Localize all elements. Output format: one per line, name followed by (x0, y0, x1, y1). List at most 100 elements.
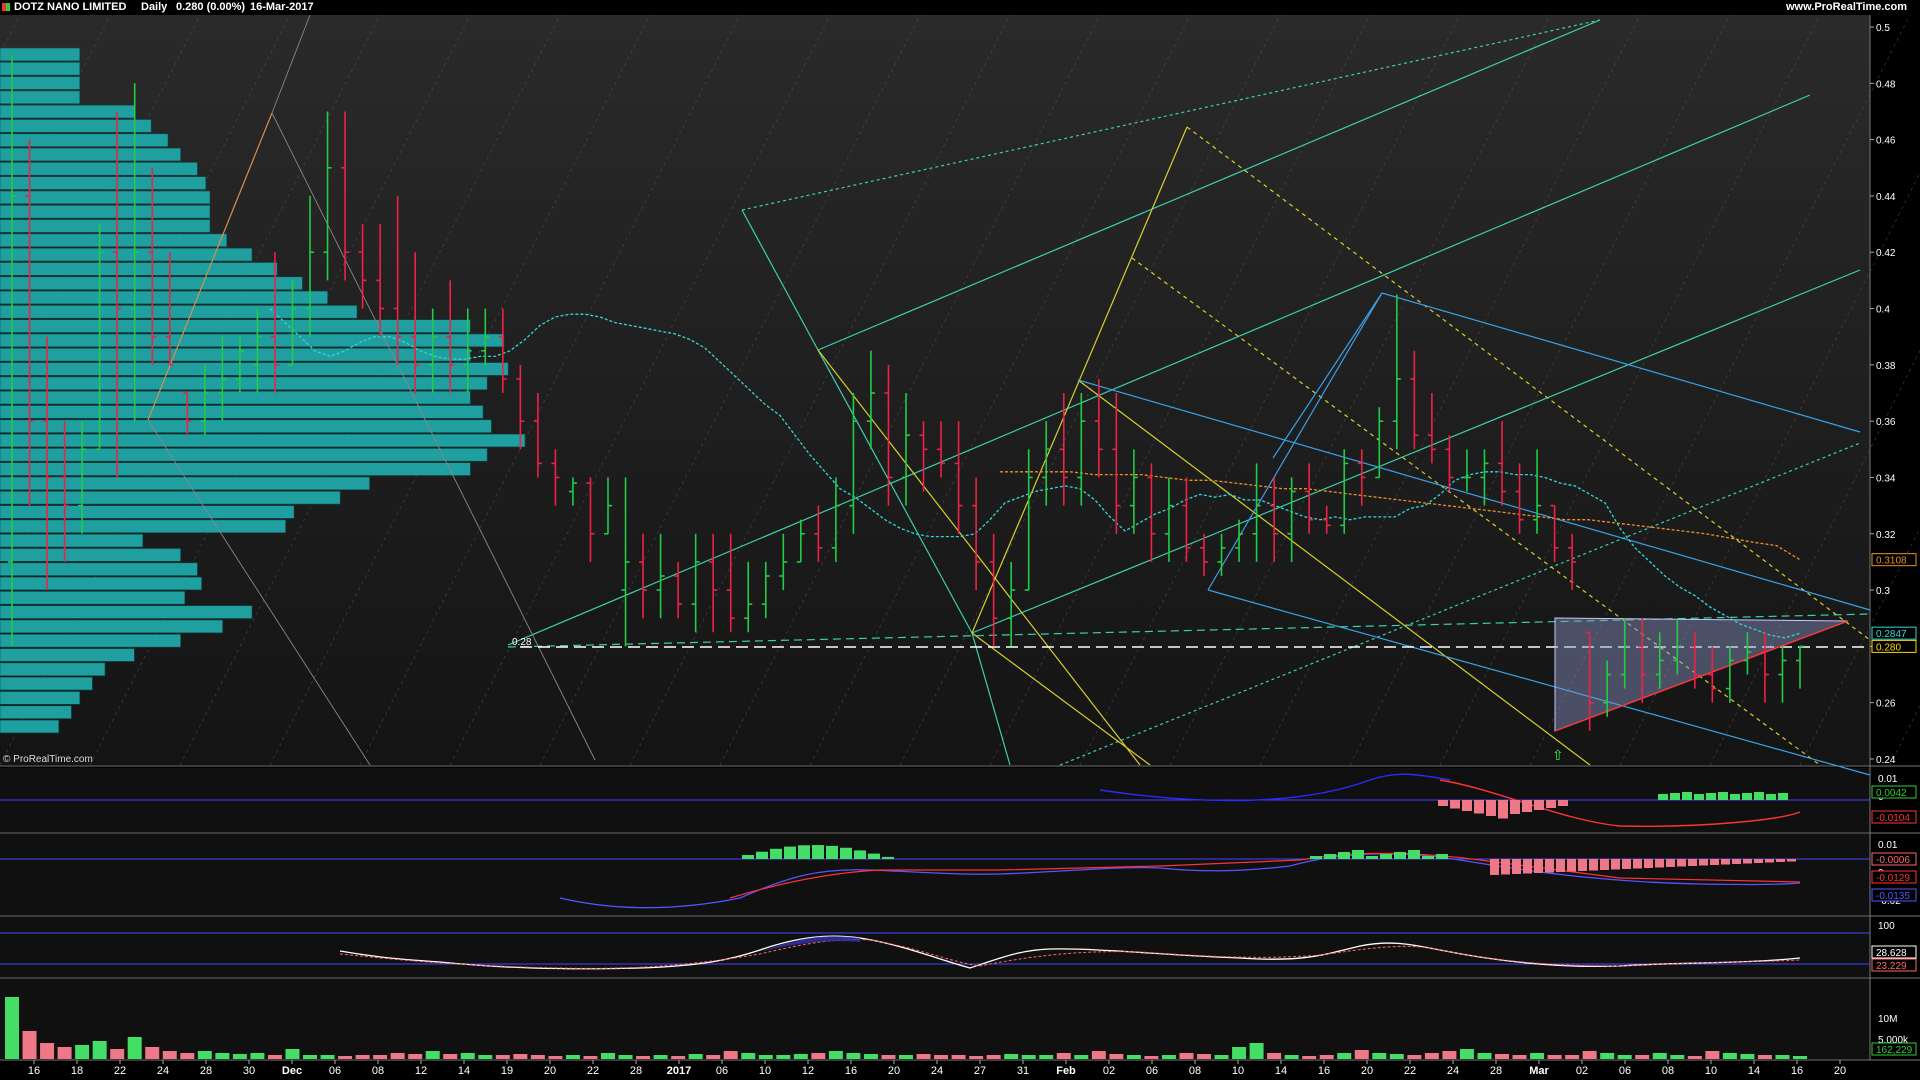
volume-bar (267, 1055, 282, 1059)
macd-hist-bar (1324, 854, 1336, 859)
y-tick-label: 0.5 (1876, 23, 1890, 34)
x-tick-label: Mar (1529, 1065, 1549, 1077)
volume-bar (1652, 1053, 1667, 1059)
volume-bar (530, 1055, 545, 1059)
macd-hist-bar (1422, 856, 1434, 859)
volume-bar (478, 1055, 493, 1059)
x-tick-label: 10 (1705, 1065, 1717, 1077)
macd-zl-badge-label: -0.0104 (1876, 813, 1910, 824)
volume-profile-bar (0, 347, 471, 362)
volume-bar (1179, 1053, 1194, 1059)
volume-bar (373, 1055, 388, 1059)
x-tick-label: 06 (1619, 1065, 1631, 1077)
x-tick-label: 2017 (667, 1065, 691, 1077)
macd-hist-bar (868, 853, 880, 859)
volume-profile-bar (0, 476, 370, 491)
volume-profile-bar (0, 562, 198, 576)
volume-bar (1267, 1053, 1282, 1059)
volume-bar (495, 1055, 510, 1059)
volume-bar (1004, 1054, 1019, 1059)
volume-bar (1687, 1056, 1702, 1059)
macd-hist-bar (826, 845, 838, 859)
volume-panel[interactable] (0, 979, 1870, 1059)
price-badge-label: 0.3108 (1876, 556, 1907, 567)
macd-hist-bar (1765, 859, 1774, 863)
x-tick-label: Feb (1056, 1065, 1076, 1077)
macd-zl-hist-bar (1730, 794, 1740, 800)
macd-zl-y-label: 0.01 (1878, 774, 1898, 785)
volume-bar (1635, 1055, 1650, 1059)
macd-hist-bar (1666, 859, 1675, 867)
macd-badge-label: -0.0006 (1876, 855, 1910, 866)
volume-bar (1722, 1053, 1737, 1059)
x-tick-label: 28 (1490, 1065, 1502, 1077)
macd-hist-bar (1338, 852, 1350, 859)
macd-hist-bar (1394, 852, 1406, 859)
x-tick-label: 31 (1017, 1065, 1029, 1077)
y-tick-label: 0.32 (1876, 530, 1896, 541)
volume-bar (1757, 1055, 1772, 1059)
volume-bar (513, 1054, 528, 1059)
volume-bar (5, 997, 19, 1059)
macd-hist-bar (742, 855, 754, 859)
volume-profile-bar (0, 390, 471, 405)
volume-bar (162, 1051, 177, 1059)
volume-bar (460, 1053, 475, 1059)
volume-profile-bar (0, 662, 106, 677)
x-tick-label: 10 (1232, 1065, 1244, 1077)
macd-hist-bar (1688, 859, 1697, 866)
volume-bar (741, 1053, 756, 1059)
level-label: 0.28 (512, 637, 532, 648)
y-tick-label: 0.38 (1876, 361, 1896, 372)
volume-bar (232, 1054, 247, 1059)
stoch-badge-label: 23.229 (1876, 961, 1907, 972)
volume-bar (303, 1055, 317, 1059)
macd-hist-bar (854, 850, 866, 859)
volume-bar (1530, 1053, 1545, 1059)
macd-hist-bar (1611, 859, 1620, 870)
chart-canvas[interactable]: ⇧ 0.50.480.460.440.420.40.380.360.340.32… (0, 0, 1920, 1080)
volume-bar (986, 1055, 1001, 1059)
x-tick-label: 22 (114, 1065, 126, 1077)
volume-bar (1197, 1054, 1211, 1059)
volume-profile-bar (0, 405, 484, 419)
volume-profile-bar (0, 205, 211, 219)
macd-zl-hist-bar (1462, 800, 1472, 811)
y-tick-label: 0.44 (1876, 192, 1896, 203)
macd-hist-bar (1578, 859, 1587, 871)
macd-hist-bar (840, 847, 852, 859)
macd-zl-hist-bar (1510, 800, 1520, 814)
volume-profile-bar (0, 262, 278, 276)
volume-bar (846, 1053, 861, 1059)
volume-bar (1617, 1055, 1632, 1059)
volume-profile-bar (0, 147, 181, 162)
y-tick-label: 0.26 (1876, 699, 1896, 710)
macd-hist-bar (1436, 854, 1448, 859)
x-tick-label: 24 (931, 1065, 943, 1077)
price-badge-label: 0.280 (1876, 642, 1901, 653)
volume-bar (969, 1056, 984, 1059)
x-tick-label: 18 (71, 1065, 83, 1077)
y-tick-label: 0.42 (1876, 248, 1896, 259)
volume-profile-bar (0, 576, 202, 591)
y-tick-label: 0.48 (1876, 79, 1896, 90)
volume-profile-bar (0, 305, 358, 319)
macd-hist-bar (756, 851, 768, 859)
stoch-y-label: 100 (1878, 921, 1895, 932)
macd-zl-hist-bar (1718, 792, 1728, 800)
x-tick-label: 24 (1447, 1065, 1459, 1077)
volume-bar (1407, 1055, 1422, 1059)
macd-zl-hist-bar (1694, 794, 1704, 800)
volume-bar (881, 1055, 896, 1059)
x-tick-label: 20 (1834, 1065, 1846, 1077)
volume-bar (425, 1051, 440, 1059)
volume-bar (57, 1047, 72, 1059)
macd-hist-bar (784, 846, 796, 859)
volume-bar (916, 1054, 931, 1059)
macd-zl-hist-bar (1486, 800, 1496, 816)
macd-hist-bar (882, 856, 894, 859)
volume-profile-bar (0, 233, 228, 247)
volume-bar (1389, 1054, 1404, 1059)
volume-bar (758, 1055, 773, 1059)
stochastic-panel[interactable] (0, 917, 1870, 977)
